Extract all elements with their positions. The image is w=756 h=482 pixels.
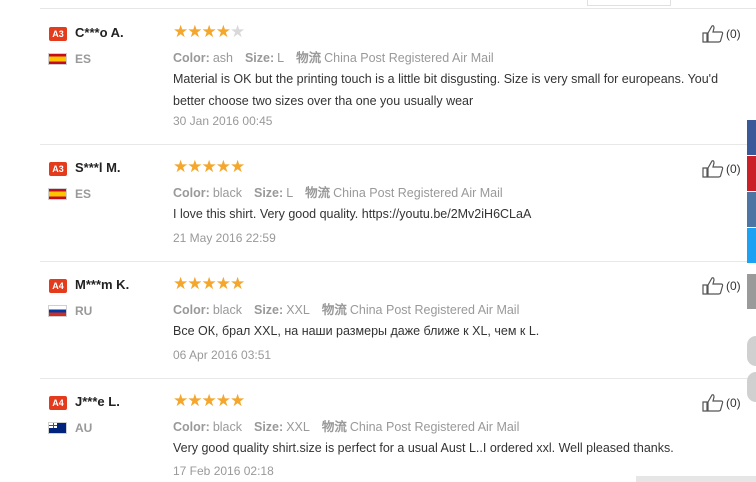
size-label: Size: (254, 303, 284, 317)
star-rating: ★★★★★ (173, 274, 245, 293)
review-date: 17 Feb 2016 02:18 (173, 464, 274, 478)
top-border (0, 0, 756, 10)
level-badge: A3 (49, 27, 67, 41)
review-text: Very good quality shirt.size is perfect … (173, 441, 674, 455)
order-info: Color: ash Size: L 物流 China Post Registered A… (173, 47, 494, 66)
reviewer-name: M***m K. (75, 277, 130, 292)
review-date: 06 Apr 2016 03:51 (173, 348, 272, 362)
star-icon: ★★★★★ (173, 157, 245, 176)
review-item: A4 M***m K. RU ★★★★★ Color: black Size: XXL… (40, 262, 756, 379)
reviewer-name: S***l M. (75, 160, 121, 175)
thumbs-up-icon (702, 394, 724, 412)
helpful-button[interactable]: (0) (702, 277, 741, 297)
helpful-button[interactable]: (0) (702, 160, 741, 180)
thumbs-up-icon (702, 25, 724, 43)
review-item: A3 C***o A. ES ★★★★★ Color: ash Size: L 物流 Ch… (40, 10, 756, 145)
review-item: A4 J***e L. AU ★★★★★ Color: black Size: XXL… (40, 379, 756, 482)
review-date: 30 Jan 2016 00:45 (173, 114, 273, 128)
pagination-box (587, 0, 671, 6)
color-value: black (212, 420, 242, 434)
flag-es-icon (48, 53, 67, 65)
star-rating: ★★★★★ (173, 157, 245, 176)
shipping-value: China Post Registered Air Mail (349, 420, 520, 434)
star-rating: ★★★★★ (173, 391, 245, 410)
reviewer-country: AU (75, 421, 93, 435)
star-icon: ★★★★ (173, 22, 231, 41)
reviewer-country: RU (75, 304, 93, 318)
size-label: Size: (254, 186, 284, 200)
helpful-button[interactable]: (0) (702, 25, 741, 45)
helpful-count: (0) (726, 162, 741, 176)
level-badge: A3 (49, 162, 67, 176)
review-text: Material is OK but the printing touch is… (173, 72, 719, 108)
helpful-count: (0) (726, 279, 741, 293)
review-date: 21 May 2016 22:59 (173, 231, 276, 245)
review-item: A3 S***l M. ES ★★★★★ Color: black Size: L 物流… (40, 145, 756, 262)
size-value: XXL (286, 420, 310, 434)
color-label: Color: (173, 51, 210, 65)
scroll-up-button[interactable] (747, 336, 756, 366)
color-label: Color: (173, 186, 210, 200)
bottom-bar (636, 476, 756, 482)
shipping-label: 物流 (296, 51, 322, 65)
size-label: Size: (254, 420, 284, 434)
order-info: Color: black Size: XXL 物流 China Post Register… (173, 299, 519, 318)
reviewer-country: ES (75, 187, 92, 201)
size-value: L (286, 186, 294, 200)
thumbs-up-icon (702, 277, 724, 295)
star-icon: ★★★★★ (173, 274, 245, 293)
twitter-share-button[interactable] (747, 228, 756, 263)
flag-au-icon (48, 422, 67, 434)
color-value: black (212, 186, 242, 200)
size-value: XXL (286, 303, 310, 317)
helpful-count: (0) (726, 396, 741, 410)
star-icon: ★★★★★ (173, 391, 245, 410)
vk-share-button[interactable] (747, 192, 756, 227)
more-share-button[interactable] (747, 274, 756, 309)
reviewer-country: ES (75, 52, 92, 66)
flag-es-icon (48, 188, 67, 200)
shipping-value: China Post Registered Air Mail (349, 303, 520, 317)
flag-ru-icon (48, 305, 67, 317)
color-label: Color: (173, 303, 210, 317)
level-badge: A4 (49, 396, 67, 410)
reviewer-name: J***e L. (75, 394, 120, 409)
color-label: Color: (173, 420, 210, 434)
pinterest-share-button[interactable] (747, 156, 756, 191)
shipping-label: 物流 (321, 420, 347, 434)
shipping-value: China Post Registered Air Mail (333, 186, 503, 200)
reviewer-name: C***o A. (75, 25, 124, 40)
star-empty-icon: ★ (229, 22, 245, 41)
color-value: black (212, 303, 242, 317)
helpful-count: (0) (726, 27, 741, 41)
scroll-down-button[interactable] (747, 372, 756, 402)
helpful-button[interactable]: (0) (702, 394, 741, 414)
shipping-label: 物流 (305, 186, 331, 200)
star-rating: ★★★★★ (173, 22, 245, 41)
size-label: Size: (244, 51, 275, 65)
thumbs-up-icon (702, 160, 724, 178)
level-badge: A4 (49, 279, 67, 293)
size-value: L (277, 51, 285, 65)
review-text: I love this shirt. Very good quality. ht… (173, 207, 532, 221)
color-value: ash (212, 51, 233, 65)
review-text: Все ОК, брал XXL, на наши размеры даже б… (173, 324, 540, 338)
order-info: Color: black Size: XXL 物流 China Post Register… (173, 416, 519, 435)
facebook-share-button[interactable] (747, 120, 756, 155)
shipping-value: China Post Registered Air Mail (324, 51, 494, 65)
order-info: Color: black Size: L 物流 China Post Registered… (173, 182, 503, 201)
shipping-label: 物流 (321, 303, 347, 317)
